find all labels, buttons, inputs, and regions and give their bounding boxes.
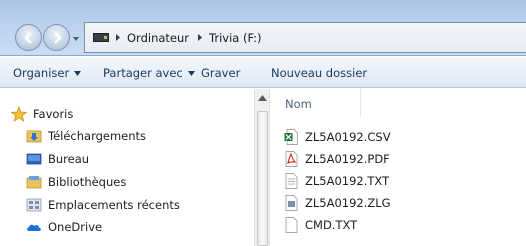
navigation-scrollbar[interactable] xyxy=(254,89,270,246)
chevron-down-icon xyxy=(187,70,195,76)
nav-item-label: Emplacements récents xyxy=(48,198,180,212)
scroll-thumb[interactable] xyxy=(257,111,268,246)
drive-icon xyxy=(93,33,109,42)
back-arrow-icon xyxy=(23,31,32,44)
share-with-menu-button[interactable]: Partager avec xyxy=(103,66,195,80)
address-bar[interactable]: Ordinateur Trivia (F:) xyxy=(84,22,526,53)
file-name: ZL5A0192.PDF xyxy=(305,152,390,166)
file-name: ZL5A0192.TXT xyxy=(305,174,390,188)
back-button[interactable] xyxy=(15,24,42,51)
star-icon xyxy=(11,106,27,122)
breadcrumb-separator-icon[interactable] xyxy=(197,33,203,42)
file-name: ZL5A0192.CSV xyxy=(305,130,391,144)
file-item[interactable]: ZL5A0192.ZLG xyxy=(284,195,391,211)
breadcrumb-separator-icon[interactable] xyxy=(115,33,121,42)
new-folder-label: Nouveau dossier xyxy=(271,66,368,80)
organize-label: Organiser xyxy=(13,66,70,80)
burn-label: Graver xyxy=(201,66,241,80)
generic-file-icon xyxy=(285,195,298,211)
nav-favorites-label: Favoris xyxy=(33,107,74,121)
share-with-label: Partager avec xyxy=(103,66,183,80)
breadcrumb-drive[interactable]: Trivia (F:) xyxy=(209,31,262,45)
window-titlebar: Ordinateur Trivia (F:) xyxy=(0,0,526,56)
nav-item-libraries[interactable]: Bibliothèques xyxy=(26,174,126,190)
command-toolbar: Organiser Partager avec Graver Nouveau d… xyxy=(0,57,526,88)
new-folder-button[interactable]: Nouveau dossier xyxy=(271,66,367,80)
onedrive-icon xyxy=(27,224,41,231)
nav-item-label: OneDrive xyxy=(48,220,103,234)
nav-item-label: Bibliothèques xyxy=(48,175,127,189)
pdf-file-icon xyxy=(285,151,298,167)
nav-item-downloads[interactable]: Téléchargements xyxy=(26,128,146,144)
file-item[interactable]: ZL5A0192.PDF xyxy=(284,151,390,167)
nav-item-label: Bureau xyxy=(48,152,90,166)
recent-places-icon xyxy=(26,198,42,212)
breadcrumb-computer[interactable]: Ordinateur xyxy=(127,31,189,45)
nav-favorites[interactable]: Favoris xyxy=(11,106,73,122)
excel-csv-file-icon xyxy=(284,129,298,145)
libraries-icon xyxy=(26,176,42,189)
nav-item-desktop[interactable]: Bureau xyxy=(26,151,89,167)
nav-item-recent-places[interactable]: Emplacements récents xyxy=(26,197,180,213)
nav-item-onedrive[interactable]: OneDrive xyxy=(26,219,102,235)
desktop-icon xyxy=(26,153,42,165)
file-item[interactable]: ZL5A0192.TXT xyxy=(284,173,389,189)
forward-arrow-icon xyxy=(53,31,62,44)
nav-item-label: Téléchargements xyxy=(48,129,147,143)
text-file-icon xyxy=(285,217,298,233)
organize-menu-button[interactable]: Organiser xyxy=(13,66,82,80)
text-file-icon xyxy=(285,173,298,189)
forward-button[interactable] xyxy=(43,24,70,51)
chevron-down-icon xyxy=(74,70,82,76)
file-item[interactable]: ZL5A0192.CSV xyxy=(284,129,391,145)
column-divider[interactable] xyxy=(360,89,361,117)
file-name: ZL5A0192.ZLG xyxy=(305,196,391,210)
burn-button[interactable]: Graver xyxy=(201,66,240,80)
file-list: Nom ZL5A0192.CSV ZL5A0192.PDF ZL5A0192.T… xyxy=(272,89,526,246)
scroll-up-arrow-icon[interactable] xyxy=(258,95,267,101)
downloads-folder-icon xyxy=(26,130,42,143)
recent-pages-dropdown-icon[interactable] xyxy=(72,35,80,43)
file-item[interactable]: CMD.TXT xyxy=(284,217,357,233)
navigation-pane: Favoris Téléchargements Bureau Bibliothè… xyxy=(0,89,254,246)
column-header-name[interactable]: Nom xyxy=(285,97,312,111)
file-name: CMD.TXT xyxy=(305,218,358,232)
